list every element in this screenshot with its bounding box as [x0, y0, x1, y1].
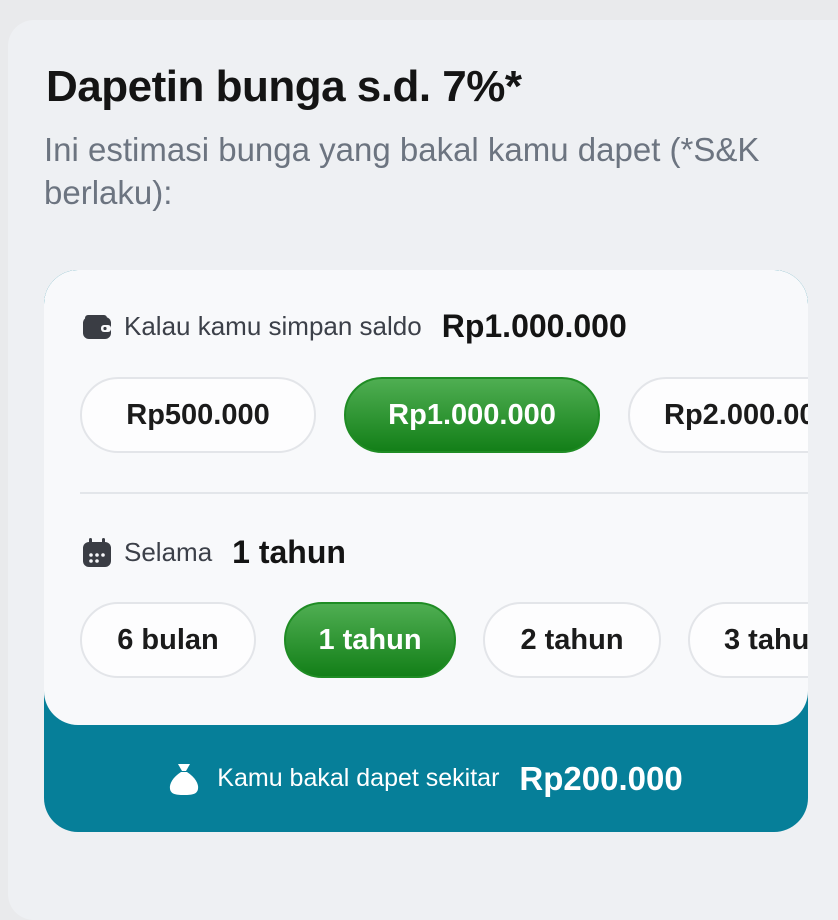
calculator-options: Kalau kamu simpan saldo Rp1.000.000 Rp50…: [44, 270, 808, 725]
saldo-option-1m[interactable]: Rp1.000.000: [344, 377, 600, 453]
saldo-selected-value: Rp1.000.000: [441, 308, 627, 344]
result-label: Kamu bakal dapet sekitar: [217, 764, 500, 792]
duration-row-label: Selama 1 tahun: [82, 534, 346, 571]
divider: [80, 492, 808, 494]
money-bag-icon: [169, 762, 199, 796]
duration-selected-value: 1 tahun: [232, 534, 346, 570]
wallet-icon: [82, 312, 112, 342]
saldo-label: Kalau kamu simpan saldo: [124, 311, 422, 341]
duration-option-1-tahun[interactable]: 1 tahun: [284, 602, 456, 678]
duration-option-3-tahun[interactable]: 3 tahun: [688, 602, 808, 678]
saldo-option-500k[interactable]: Rp500.000: [80, 377, 316, 453]
duration-option-2-tahun[interactable]: 2 tahun: [483, 602, 661, 678]
page-subtitle: Ini estimasi bunga yang bakal kamu dapet…: [44, 131, 760, 211]
duration-label: Selama: [124, 537, 213, 567]
interest-result-bar: Kamu bakal dapet sekitar Rp200.000: [44, 725, 808, 832]
saldo-row-label: Kalau kamu simpan saldo Rp1.000.000: [82, 308, 627, 345]
page-title: Dapetin bunga s.d. 7%*: [46, 62, 522, 111]
calendar-icon: [82, 537, 112, 568]
saldo-option-2m[interactable]: Rp2.000.000: [628, 377, 808, 453]
interest-calculator-card: Kalau kamu simpan saldo Rp1.000.000 Rp50…: [44, 270, 808, 832]
result-value: Rp200.000: [519, 759, 683, 797]
duration-option-6-bulan[interactable]: 6 bulan: [80, 602, 256, 678]
